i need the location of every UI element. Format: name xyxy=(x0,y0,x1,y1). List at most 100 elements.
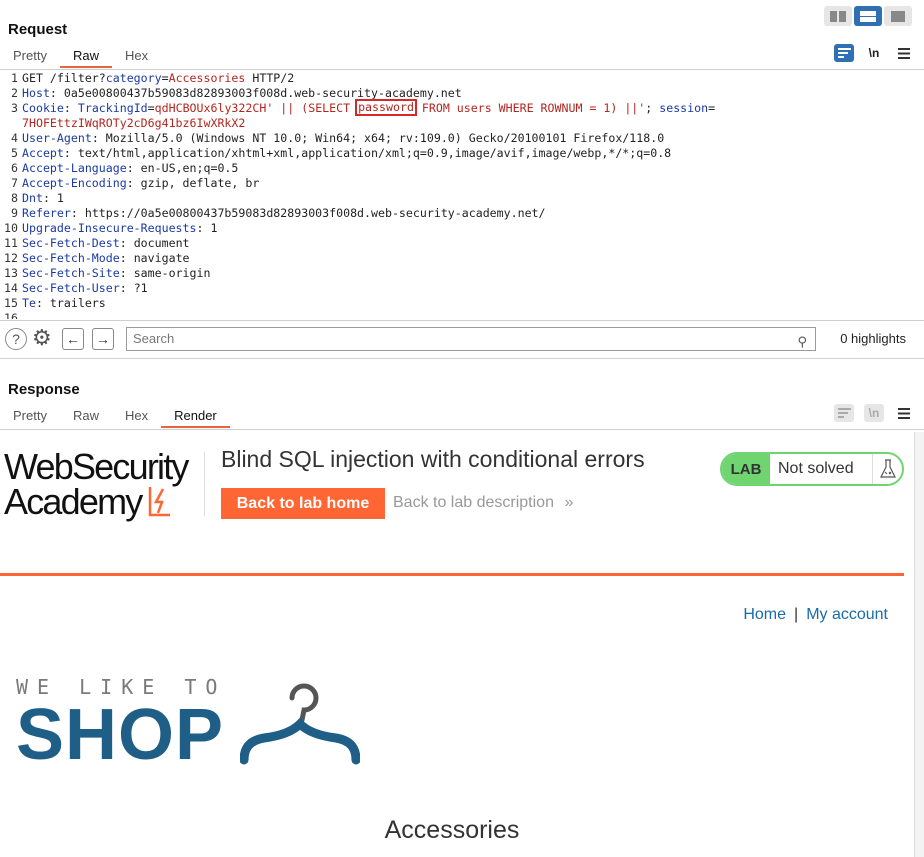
line-number: 8 xyxy=(11,191,18,205)
request-title: Request xyxy=(8,21,68,38)
request-line: 6 Accept-Language: en-US,en;q=0.5 xyxy=(0,161,914,176)
request-tabs: Pretty Raw Hex xyxy=(0,45,161,68)
code-token: = xyxy=(708,101,716,115)
rendered-response: WebSecurity Academy Blind SQL injection … xyxy=(0,432,904,857)
layout-tabs-button[interactable] xyxy=(884,6,912,26)
line-code: User-Agent: Mozilla/5.0 (Windows NT 10.0… xyxy=(22,131,664,146)
nav-separator: | xyxy=(794,606,799,623)
code-token: : https://0a5e00800437b59083d82893003f00… xyxy=(70,206,546,220)
nav-my-account-link[interactable]: My account xyxy=(806,606,888,623)
back-to-lab-home-button[interactable]: Back to lab home xyxy=(221,488,385,519)
lab-label: LAB xyxy=(722,454,770,484)
request-tab-hex[interactable]: Hex xyxy=(112,45,161,67)
line-number: 14 xyxy=(4,281,18,295)
line-code: Accept: text/html,application/xhtml+xml,… xyxy=(22,146,671,161)
code-token: Sec-Fetch-Dest xyxy=(22,236,120,250)
line-code: Accept-Language: en-US,en;q=0.5 xyxy=(22,161,238,176)
request-line: 15 Te: trailers xyxy=(0,296,914,311)
request-line: 11 Sec-Fetch-Dest: document xyxy=(0,236,914,251)
code-token: : en-US,en;q=0.5 xyxy=(126,161,239,175)
code-token: Sec-Fetch-Mode xyxy=(22,251,120,265)
request-tab-pretty[interactable]: Pretty xyxy=(0,45,60,67)
code-token: Sec-Fetch-Site xyxy=(22,266,120,280)
response-tab-render[interactable]: Render xyxy=(161,405,230,428)
next-match-button[interactable]: → xyxy=(92,328,114,350)
search-input[interactable]: Search ⚲ xyxy=(126,327,816,351)
hanger-icon xyxy=(240,683,361,765)
line-number: 1 xyxy=(11,71,18,85)
rows-icon xyxy=(860,10,876,22)
layout-stacked-button[interactable] xyxy=(854,6,882,26)
response-editor-tools: \n xyxy=(834,404,914,422)
request-line: 5 Accept: text/html,application/xhtml+xml… xyxy=(0,146,914,161)
response-tab-raw[interactable]: Raw xyxy=(60,405,112,427)
code-token: = xyxy=(147,101,155,115)
help-icon[interactable]: ? xyxy=(5,328,27,350)
divider xyxy=(0,320,924,321)
search-placeholder: Search xyxy=(133,331,175,346)
menu-icon[interactable] xyxy=(894,44,914,62)
line-number: 5 xyxy=(11,146,18,160)
shop-logo: WE LIKE TO SHOP xyxy=(16,675,361,775)
request-line: 7 Accept-Encoding: gzip, deflate, br xyxy=(0,176,914,191)
request-line: 7HOFEttzIWqROTy2cD6g41bz6IwXRkX2 xyxy=(0,116,914,131)
line-code: Sec-Fetch-User: ?1 xyxy=(22,281,148,296)
double-chevron-icon: » xyxy=(564,494,574,511)
request-line: 13 Sec-Fetch-Site: same-origin xyxy=(0,266,914,281)
line-number: 3 xyxy=(11,101,18,115)
code-token: Accept-Language xyxy=(22,161,127,175)
word-wrap-button[interactable] xyxy=(834,44,854,62)
category-heading: Accessories xyxy=(384,816,520,844)
code-token: User-Agent xyxy=(22,131,92,145)
code-token: : 1 xyxy=(196,221,218,235)
single-pane-icon xyxy=(891,10,905,22)
code-token: : gzip, deflate, br xyxy=(126,176,260,190)
line-code: Cookie: TrackingId=qdHCBOUx6ly322CH' || … xyxy=(22,99,716,116)
response-scrollbar[interactable] xyxy=(914,432,924,857)
menu-icon[interactable] xyxy=(894,404,914,422)
code-token: Referer xyxy=(22,206,71,220)
search-icon: ⚲ xyxy=(797,334,807,349)
code-token: Accept xyxy=(22,146,64,160)
layout-side-by-side-button[interactable] xyxy=(824,6,852,26)
line-code: Sec-Fetch-Site: same-origin xyxy=(22,266,210,281)
word-wrap-button-disabled xyxy=(834,404,854,422)
line-number: 13 xyxy=(4,266,18,280)
nav-home-link[interactable]: Home xyxy=(743,606,786,623)
code-token: : Mozilla/5.0 (Windows NT 10.0; Win64; x… xyxy=(91,131,665,145)
request-line: 1 GET /filter?category=Accessories HTTP/2 xyxy=(0,71,914,86)
code-token: Upgrade-Insecure-Requests xyxy=(22,221,197,235)
shop-wordmark: SHOP xyxy=(16,695,225,775)
line-number: 12 xyxy=(4,251,18,265)
code-token: qdHCBOUx6ly322CH' || (SELECT xyxy=(154,101,358,115)
line-number: 9 xyxy=(11,206,18,220)
header-separator xyxy=(204,452,205,516)
request-line: 14 Sec-Fetch-User: ?1 xyxy=(0,281,914,296)
previous-match-button[interactable]: ← xyxy=(62,328,84,350)
code-token: Accessories xyxy=(168,71,246,85)
search-bar: ? ⚙ ← → Search ⚲ 0 highlights xyxy=(0,322,924,356)
line-code: Referer: https://0a5e00800437b59083d8289… xyxy=(22,206,546,221)
request-line: 9 Referer: https://0a5e00800437b59083d828… xyxy=(0,206,914,221)
lab-title: Blind SQL injection with conditional err… xyxy=(221,446,645,472)
line-code: Te: trailers xyxy=(22,296,106,311)
back-to-lab-description-label: Back to lab description xyxy=(393,494,554,511)
code-token: : 0a5e00800437b59083d82893003f008d.web-s… xyxy=(49,86,462,100)
line-code: Accept-Encoding: gzip, deflate, br xyxy=(22,176,259,191)
line-number: 4 xyxy=(11,131,18,145)
show-newlines-button-disabled: \n xyxy=(864,404,884,422)
response-tab-hex[interactable]: Hex xyxy=(112,405,161,427)
line-number: 2 xyxy=(11,86,18,100)
code-token: : document xyxy=(119,236,190,250)
back-to-lab-description-link[interactable]: Back to lab description » xyxy=(393,494,573,512)
divider xyxy=(0,358,924,359)
request-editor[interactable]: 1 GET /filter?category=Accessories HTTP/2… xyxy=(0,71,914,319)
web-security-academy-logo[interactable]: WebSecurity Academy xyxy=(4,449,189,520)
arrow-right-icon: → xyxy=(96,331,110,347)
line-number: 16 xyxy=(4,311,18,319)
request-tab-raw[interactable]: Raw xyxy=(59,45,112,68)
show-newlines-button[interactable]: \n xyxy=(864,44,884,62)
settings-gear-icon[interactable]: ⚙ xyxy=(32,327,52,349)
request-line: 4 User-Agent: Mozilla/5.0 (Windows NT 10.… xyxy=(0,131,914,146)
response-tab-pretty[interactable]: Pretty xyxy=(0,405,60,427)
